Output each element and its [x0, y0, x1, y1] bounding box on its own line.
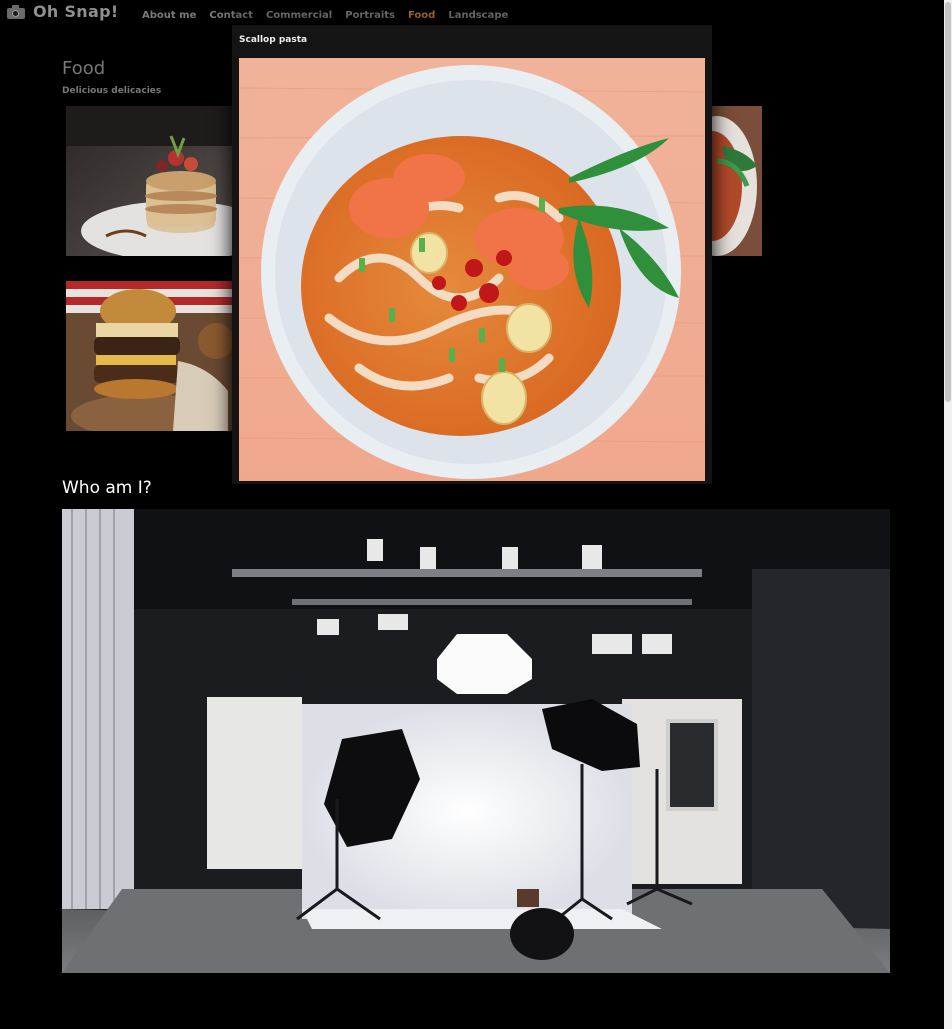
scallop-pasta-image: [238, 58, 706, 481]
section-subtitle: Delicious delicacies: [62, 86, 162, 96]
nav-links: About me Contact Commercial Portraits Fo…: [142, 10, 521, 21]
page-scrollbar[interactable]: [944, 0, 952, 1029]
dish-image: [712, 106, 762, 256]
gallery-thumb-burger[interactable]: [66, 281, 232, 431]
nav-link-contact[interactable]: Contact: [209, 10, 253, 21]
section-title: Food: [62, 58, 106, 79]
about-title: Who am I?: [62, 478, 152, 498]
nav-link-commercial[interactable]: Commercial: [266, 10, 332, 21]
modal-title: Scallop pasta: [239, 35, 308, 45]
scrollbar-thumb[interactable]: [945, 2, 951, 402]
gallery-thumb-partial[interactable]: [712, 106, 762, 256]
gallery-thumb-pancakes[interactable]: [66, 106, 232, 256]
nav-link-food[interactable]: Food: [408, 10, 435, 21]
brand[interactable]: Oh Snap!: [7, 2, 118, 21]
nav-link-portraits[interactable]: Portraits: [345, 10, 395, 21]
camera-icon: [7, 4, 25, 19]
photo-studio-image: [62, 509, 890, 973]
burger-image: [66, 281, 232, 431]
pancakes-image: [66, 106, 232, 256]
nav-link-landscape[interactable]: Landscape: [448, 10, 508, 21]
studio-image: [62, 509, 890, 973]
lightbox-modal: Scallop pasta: [232, 25, 712, 484]
brand-name: Oh Snap!: [33, 2, 119, 21]
nav-link-about[interactable]: About me: [142, 10, 196, 21]
modal-image[interactable]: [238, 58, 706, 481]
